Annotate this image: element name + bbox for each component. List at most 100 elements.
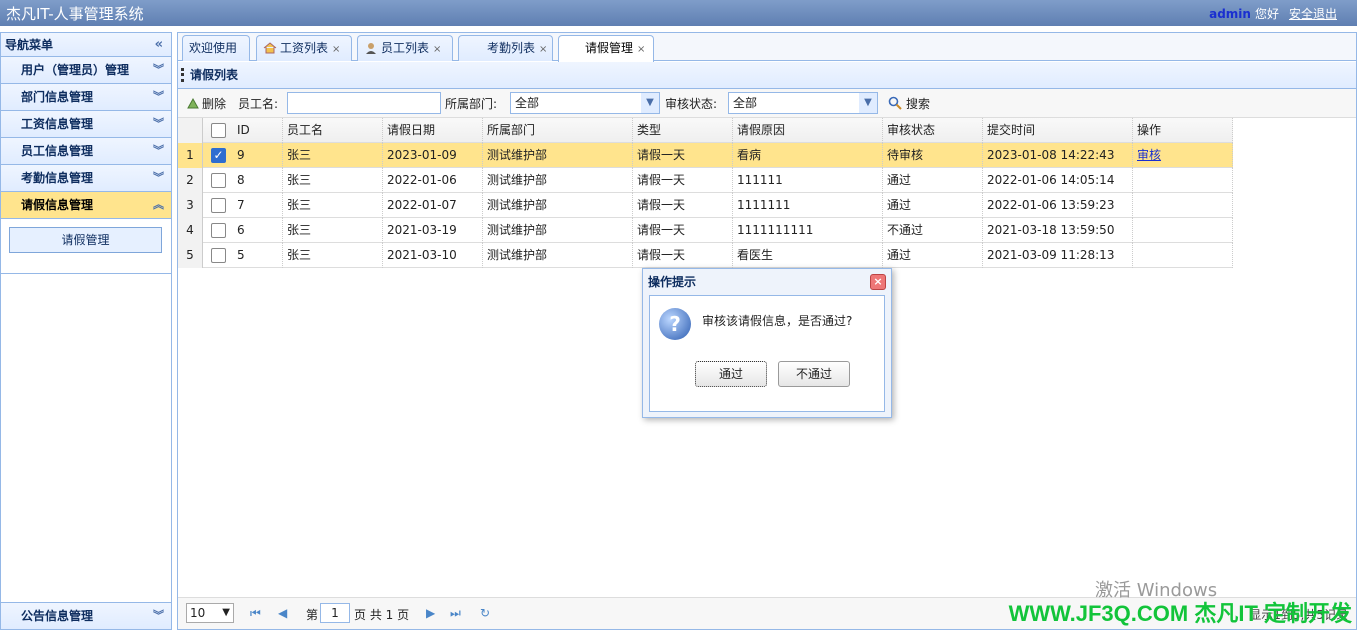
prev-page-icon[interactable]: ◀ — [278, 606, 287, 620]
col-name: 员工名 — [283, 118, 383, 143]
reject-button[interactable]: 不通过 — [778, 361, 850, 387]
col-action: 操作 — [1133, 118, 1233, 143]
col-date: 请假日期 — [383, 118, 483, 143]
search-button[interactable]: 搜索 — [888, 95, 930, 112]
cell-name: 张三 — [283, 193, 383, 218]
cell-status: 不通过 — [883, 218, 983, 243]
collapse-left-icon[interactable]: « — [155, 33, 163, 57]
approve-button[interactable]: 通过 — [695, 361, 767, 387]
sidebar-item-attendance[interactable]: 考勤信息管理 ︾ — [1, 165, 171, 192]
cell-status: 通过 — [883, 243, 983, 268]
cell-reason: 1111111 — [733, 193, 883, 218]
sidebar-item-label: 部门信息管理 — [21, 90, 94, 104]
tab-bar: 欢迎使用 工资列表 × 员工列表 × 考勤列表 × 请假管理 × — [178, 33, 1356, 62]
cell-time: 2022-01-06 14:05:14 — [983, 168, 1133, 193]
refresh-icon[interactable]: ↻ — [480, 606, 490, 620]
cell-action: 审核 — [1133, 143, 1233, 168]
cell-dept: 测试维护部 — [483, 193, 633, 218]
home-icon — [263, 42, 277, 54]
confirm-dialog: 操作提示 × ? 审核该请假信息，是否通过? 通过 不通过 — [642, 268, 892, 418]
chevron-down-icon: ▼ — [641, 93, 659, 113]
row-checkbox[interactable] — [211, 173, 226, 188]
tab-employee-list[interactable]: 员工列表 × — [357, 35, 453, 61]
logout-link[interactable]: 安全退出 — [1289, 7, 1337, 21]
cell-dept: 测试维护部 — [483, 143, 633, 168]
sidebar-item-users[interactable]: 用户（管理员）管理 ︾ — [1, 57, 171, 84]
cell-date: 2021-03-19 — [383, 218, 483, 243]
table-row[interactable]: 2 8 张三 2022-01-06 测试维护部 请假一天 111111 通过 2022-01-0… — [178, 168, 1233, 193]
cell-reason: 看医生 — [733, 243, 883, 268]
sidebar-item-departments[interactable]: 部门信息管理 ︾ — [1, 84, 171, 111]
cell-reason: 看病 — [733, 143, 883, 168]
cell-id: 7 — [233, 193, 283, 218]
col-type: 类型 — [633, 118, 733, 143]
sidebar-subitem-leave-manage[interactable]: 请假管理 — [9, 227, 162, 253]
page-number-input[interactable]: 1 — [320, 603, 350, 623]
sidebar-item-employees[interactable]: 员工信息管理 ︾ — [1, 138, 171, 165]
cell-name: 张三 — [283, 243, 383, 268]
rownum-header — [178, 118, 203, 143]
row-checkbox[interactable] — [211, 198, 226, 213]
next-page-icon[interactable]: ▶ — [426, 606, 435, 620]
close-icon[interactable]: × — [870, 274, 886, 290]
tab-salary-list[interactable]: 工资列表 × — [256, 35, 352, 61]
close-icon[interactable]: × — [637, 44, 645, 55]
cell-time: 2022-01-06 13:59:23 — [983, 193, 1133, 218]
row-checkbox[interactable] — [211, 223, 226, 238]
search-icon — [888, 96, 902, 110]
tab-leave-manage[interactable]: 请假管理 × — [558, 35, 654, 62]
sidebar: 导航菜单 « 用户（管理员）管理 ︾ 部门信息管理 ︾ 工资信息管理 ︾ 员工信息管理… — [0, 32, 172, 630]
last-page-icon[interactable]: ⏭ — [450, 606, 461, 621]
status-label: 审核状态: — [665, 97, 718, 111]
sidebar-item-notice[interactable]: 公告信息管理 ︾ — [1, 602, 171, 629]
tab-label: 考勤列表 — [487, 41, 536, 55]
close-icon[interactable]: × — [433, 44, 441, 55]
sidebar-item-label: 工资信息管理 — [21, 117, 94, 131]
chevron-down-icon: ︾ — [153, 144, 164, 157]
tab-welcome[interactable]: 欢迎使用 — [182, 35, 250, 61]
close-icon[interactable]: × — [332, 44, 340, 55]
col-status: 审核状态 — [883, 118, 983, 143]
sidebar-item-salary[interactable]: 工资信息管理 ︾ — [1, 111, 171, 138]
table-header: ID 员工名 请假日期 所属部门 类型 请假原因 审核状态 提交时间 操作 — [178, 118, 1233, 143]
review-link[interactable]: 审核 — [1137, 148, 1161, 162]
sidebar-item-label: 考勤信息管理 — [21, 171, 94, 185]
panel-title: 请假列表 — [190, 68, 239, 82]
select-all-checkbox[interactable] — [211, 123, 226, 138]
col-reason: 请假原因 — [733, 118, 883, 143]
cell-id: 9 — [233, 143, 283, 168]
greeting: 您好 — [1254, 7, 1279, 21]
watermark: WWW.JF3Q.COM 杰凡IT 定制开发 — [1008, 601, 1352, 626]
table-row[interactable]: 5 5 张三 2021-03-10 测试维护部 请假一天 看医生 通过 2021-03-09 1… — [178, 243, 1233, 268]
cell-time: 2021-03-18 13:59:50 — [983, 218, 1133, 243]
row-checkbox[interactable]: ✓ — [211, 148, 226, 163]
department-select[interactable]: 全部 ▼ — [510, 92, 660, 114]
table-row[interactable]: 1 ✓ 9 张三 2023-01-09 测试维护部 请假一天 看病 待审核 2023-01-08 … — [178, 143, 1233, 168]
table-row[interactable]: 4 6 张三 2021-03-19 测试维护部 请假一天 1111111111 不通过 2021… — [178, 218, 1233, 243]
cell-id: 6 — [233, 218, 283, 243]
page-size-select[interactable]: 10 ▼ — [186, 603, 234, 623]
status-select[interactable]: 全部 ▼ — [728, 92, 878, 114]
table-row[interactable]: 3 7 张三 2022-01-07 测试维护部 请假一天 1111111 通过 2022-01-… — [178, 193, 1233, 218]
sidebar-item-leave[interactable]: 请假信息管理 ︽ — [1, 192, 171, 219]
cell-action — [1133, 193, 1233, 218]
tab-label: 工资列表 — [280, 41, 329, 55]
panel-header: 请假列表 — [178, 62, 1356, 89]
cell-name: 张三 — [283, 218, 383, 243]
cell-reason: 1111111111 — [733, 218, 883, 243]
tab-attendance-list[interactable]: 考勤列表 × — [458, 35, 553, 61]
leave-submenu: 请假管理 — [1, 219, 171, 274]
sidebar-item-label: 用户（管理员）管理 — [21, 63, 130, 77]
chevron-down-icon: ︾ — [153, 63, 164, 76]
employee-name-input[interactable] — [287, 92, 441, 114]
user-area: admin 您好 安全退出 — [1209, 5, 1337, 22]
row-checkbox[interactable] — [211, 248, 226, 263]
cell-id: 8 — [233, 168, 283, 193]
col-id: ID — [233, 118, 283, 143]
chevron-down-icon: ︾ — [153, 90, 164, 103]
tab-label: 员工列表 — [381, 41, 430, 55]
close-icon[interactable]: × — [539, 44, 547, 55]
chevron-down-icon: ▼ — [222, 607, 230, 618]
first-page-icon[interactable]: ⏮ — [250, 606, 261, 621]
delete-button[interactable]: 删除 — [186, 95, 226, 112]
